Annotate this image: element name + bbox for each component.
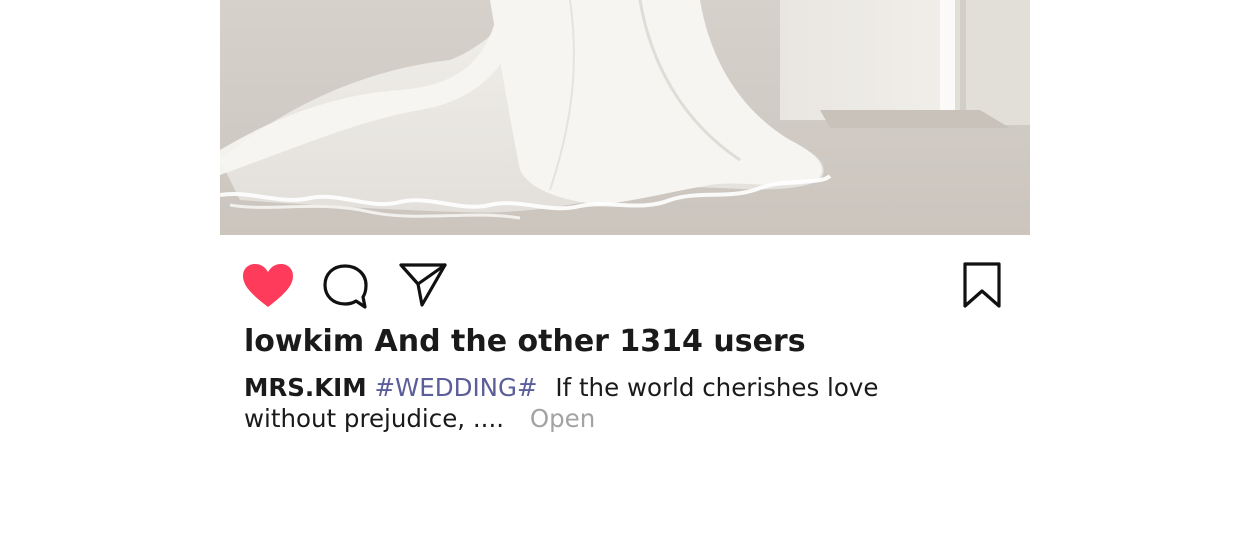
- heart-icon[interactable]: [242, 263, 294, 309]
- likes-summary[interactable]: lowkim And the other 1314 users: [244, 324, 806, 359]
- action-bar: [220, 235, 1030, 315]
- wedding-dress-image: [220, 0, 1030, 235]
- caption-username[interactable]: MRS.KIM: [244, 373, 367, 402]
- post-caption: MRS.KIM #WEDDING# If the world cherishes…: [244, 372, 944, 434]
- paper-plane-icon[interactable]: [398, 262, 448, 308]
- comment-bubble-icon[interactable]: [322, 263, 368, 311]
- bookmark-icon[interactable]: [962, 261, 1002, 309]
- open-caption-link[interactable]: Open: [530, 404, 595, 433]
- post-photo[interactable]: [220, 0, 1030, 235]
- caption-hashtag[interactable]: #WEDDING#: [374, 373, 537, 402]
- post-card: lowkim And the other 1314 users MRS.KIM …: [220, 0, 1030, 543]
